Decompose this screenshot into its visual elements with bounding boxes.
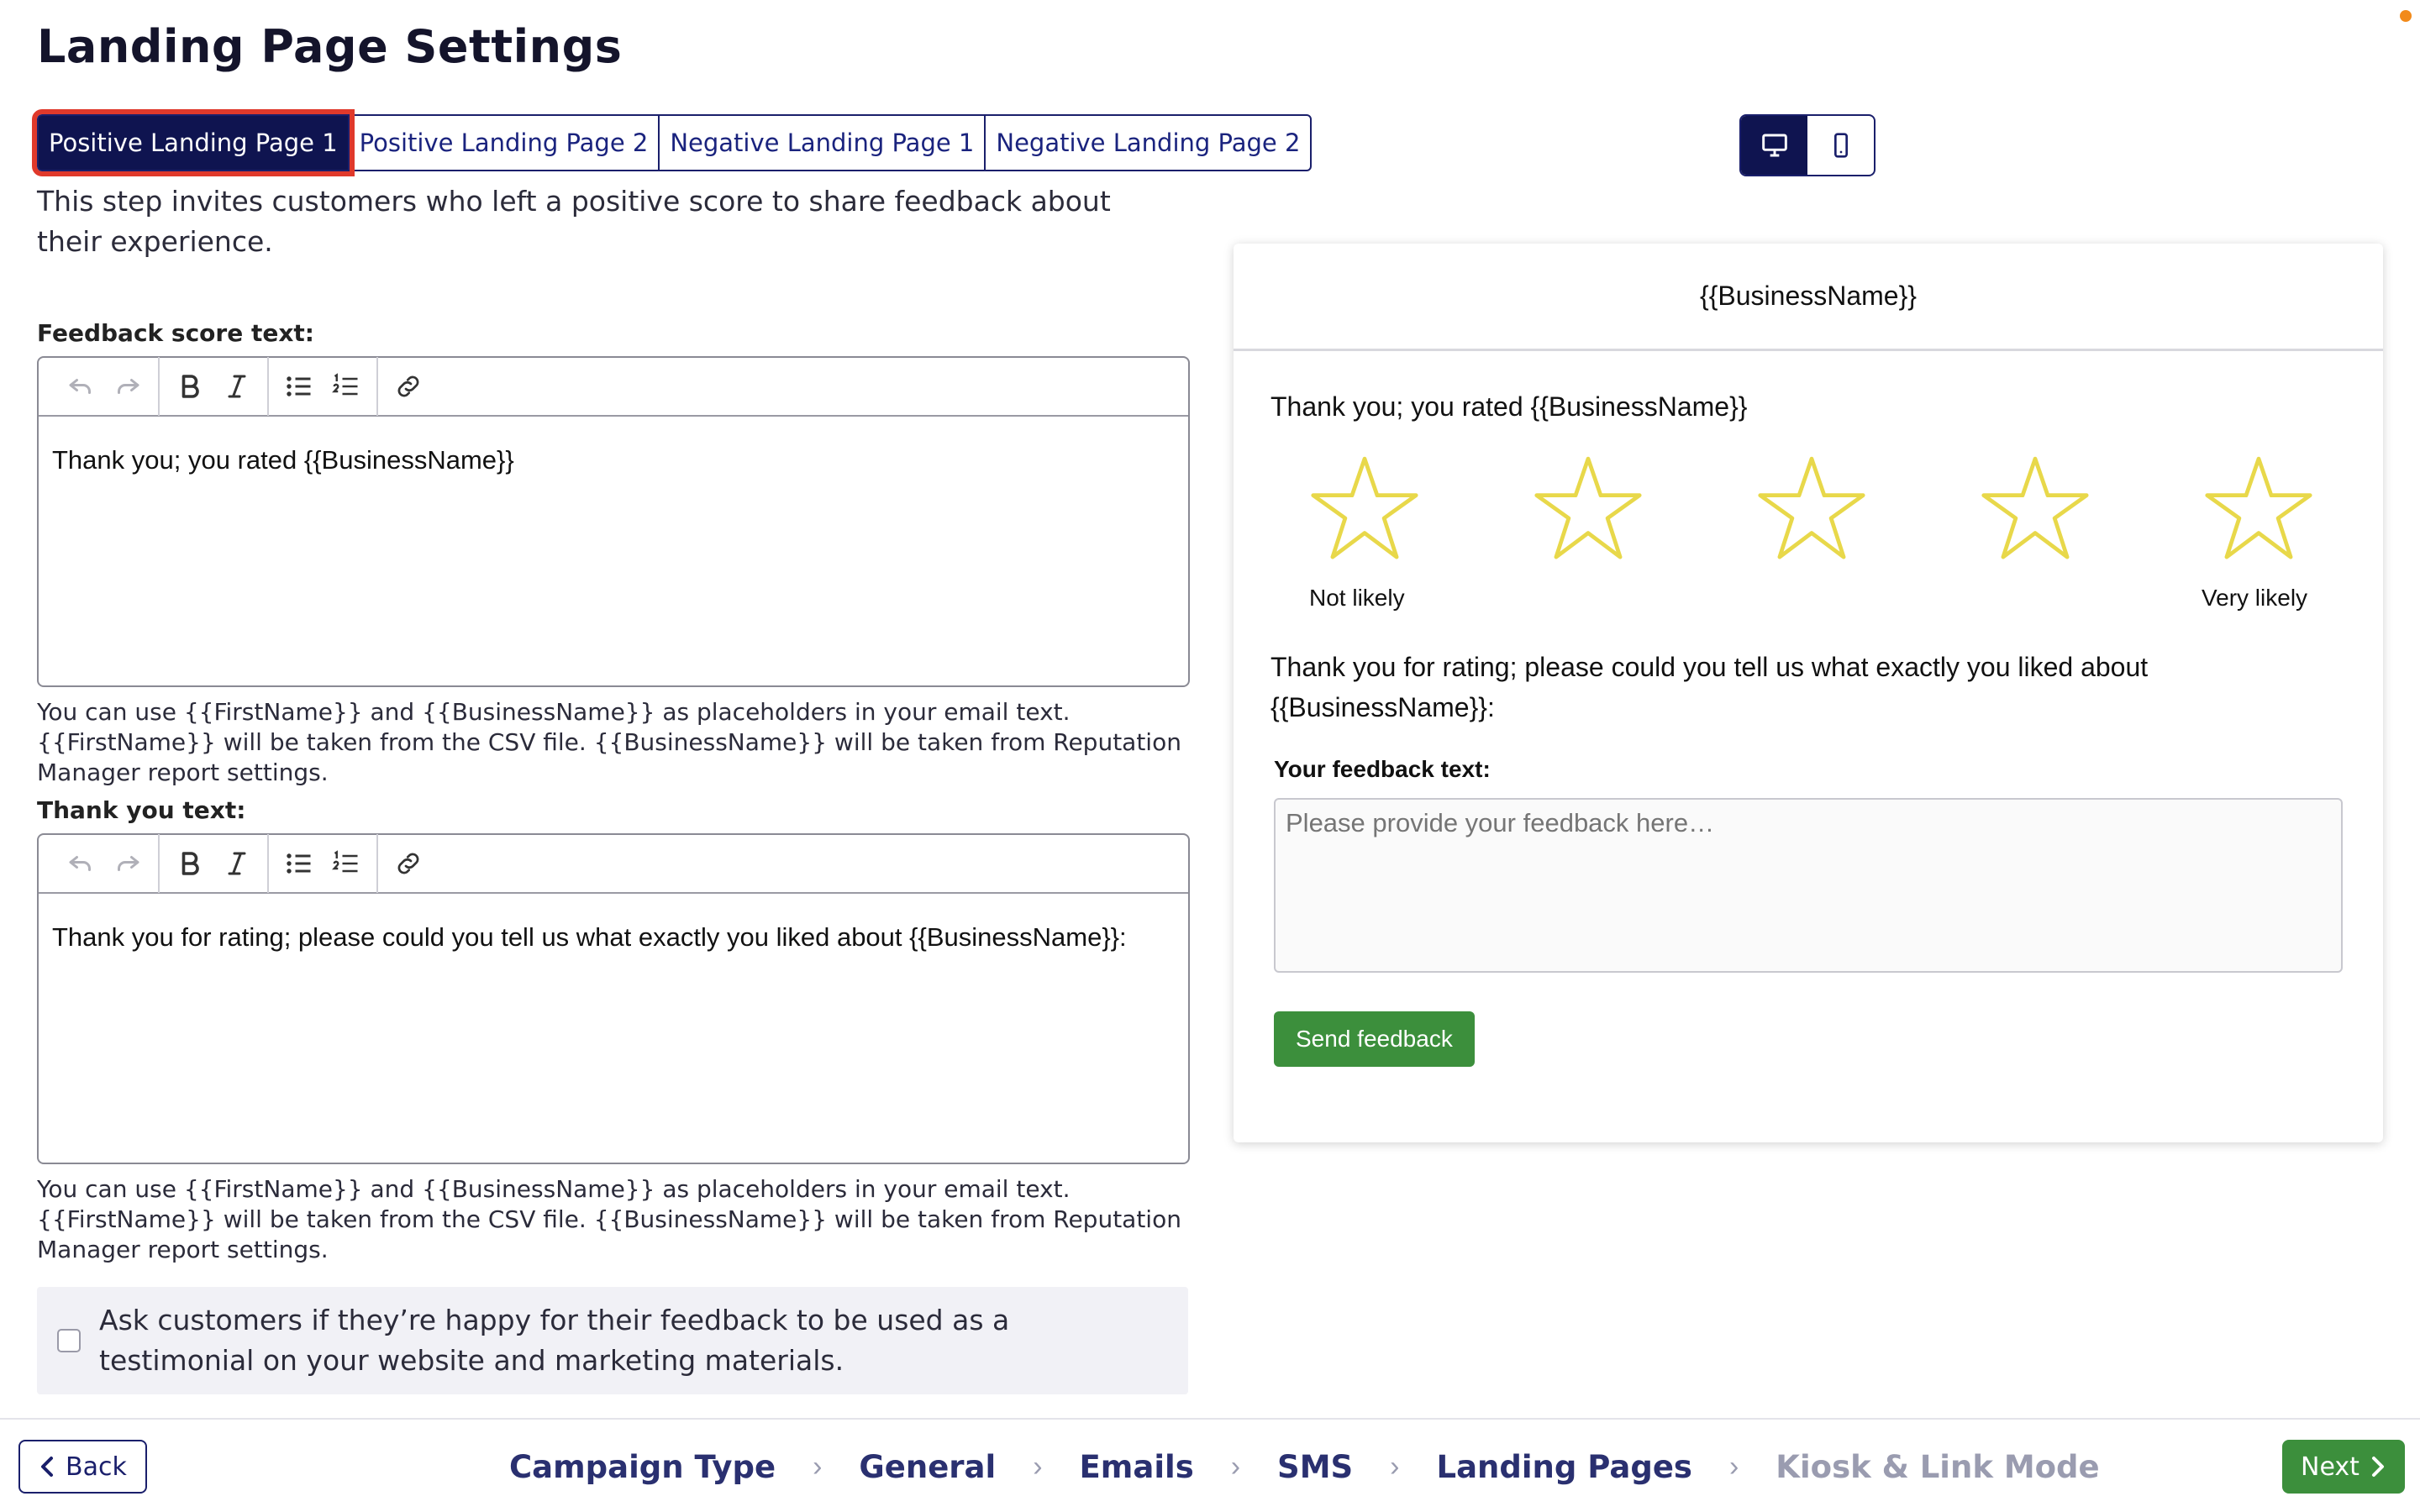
link-icon[interactable] [385, 840, 432, 887]
notification-dot [2400, 10, 2412, 22]
mobile-view-button[interactable] [1807, 116, 1874, 175]
preview-feedback-label: Your feedback text: [1274, 756, 1491, 782]
intro-text: This step invites customers who left a p… [37, 185, 1111, 258]
chevron-right-icon: › [813, 1450, 823, 1483]
testimonial-label: Ask customers if they’re happy for their… [99, 1304, 1010, 1377]
testimonial-option: Ask customers if they’re happy for their… [37, 1287, 1188, 1394]
chevron-left-icon [41, 1457, 53, 1477]
thank-you-editor-content[interactable]: Thank you for rating; please could you t… [39, 894, 1188, 981]
chevron-right-icon [2371, 1457, 2384, 1477]
feedback-score-editor: Thank you; you rated {{BusinessName}} [37, 356, 1190, 687]
star-1-icon[interactable] [1307, 452, 1422, 566]
link-icon[interactable] [385, 363, 432, 410]
italic-icon[interactable] [213, 363, 260, 410]
bold-icon[interactable] [166, 363, 213, 410]
rating-high-label: Very likely [2202, 585, 2308, 611]
numbered-list-icon[interactable] [323, 840, 370, 887]
star-4-icon[interactable] [1978, 452, 2092, 566]
preview-thanks-text: Thank you for rating; please could you t… [1270, 652, 2149, 722]
chevron-right-icon: › [1390, 1450, 1400, 1483]
star-3-icon[interactable] [1754, 452, 1869, 566]
feedback-score-label: Feedback score text: [37, 319, 314, 347]
next-button-label: Next [2301, 1452, 2360, 1482]
numbered-list-icon[interactable] [323, 363, 370, 410]
italic-icon[interactable] [213, 840, 260, 887]
preview-feedback-input[interactable] [1274, 798, 2343, 973]
redo-icon[interactable] [104, 363, 151, 410]
next-button[interactable]: Next [2282, 1440, 2405, 1494]
desktop-view-button[interactable] [1741, 116, 1807, 175]
step-general[interactable]: General [859, 1449, 996, 1485]
editor-toolbar [39, 834, 1188, 894]
back-button-label: Back [66, 1452, 127, 1482]
step-campaign-type[interactable]: Campaign Type [509, 1449, 776, 1485]
bold-icon[interactable] [166, 840, 213, 887]
chevron-right-icon: › [1033, 1450, 1043, 1483]
bullet-list-icon[interactable] [276, 363, 323, 410]
editor-toolbar [39, 357, 1188, 417]
chevron-right-icon: › [1728, 1450, 1739, 1483]
device-toggle [1739, 114, 1876, 176]
tab-positive-landing-page-1[interactable]: Positive Landing Page 1 [32, 109, 355, 176]
star-5-icon[interactable] [2202, 452, 2316, 566]
thank-you-hint: You can use {{FirstName}} and {{Business… [37, 1175, 1181, 1263]
mobile-icon [1833, 133, 1848, 158]
feedback-score-editor-content[interactable]: Thank you; you rated {{BusinessName}} [39, 417, 1188, 504]
redo-icon[interactable] [104, 840, 151, 887]
landing-page-preview: {{BusinessName}} Thank you; you rated {{… [1234, 244, 2383, 1142]
chevron-right-icon: › [1230, 1450, 1241, 1483]
desktop-icon [1761, 134, 1787, 157]
bullet-list-icon[interactable] [276, 840, 323, 887]
back-button[interactable]: Back [18, 1440, 147, 1494]
step-landing-pages[interactable]: Landing Pages [1437, 1449, 1692, 1485]
wizard-steps: Campaign Type › General › Emails › SMS ›… [509, 1440, 2100, 1494]
page-title: Landing Page Settings [37, 20, 623, 73]
step-kiosk-link-mode[interactable]: Kiosk & Link Mode [1776, 1449, 2099, 1485]
star-2-icon[interactable] [1531, 452, 1645, 566]
step-emails[interactable]: Emails [1080, 1449, 1194, 1485]
thank-you-editor: Thank you for rating; please could you t… [37, 833, 1190, 1164]
rating-low-label: Not likely [1309, 585, 1405, 611]
send-feedback-button[interactable]: Send feedback [1274, 1011, 1475, 1067]
tab-negative-landing-page-2[interactable]: Negative Landing Page 2 [984, 114, 1313, 171]
testimonial-checkbox[interactable] [57, 1329, 81, 1352]
wizard-footer: Back Campaign Type › General › Emails › … [0, 1418, 2420, 1512]
thank-you-label: Thank you text: [37, 796, 246, 824]
tab-positive-landing-page-2[interactable]: Positive Landing Page 2 [347, 114, 660, 171]
tab-negative-landing-page-1[interactable]: Negative Landing Page 1 [658, 114, 986, 171]
undo-icon[interactable] [57, 840, 104, 887]
feedback-score-hint: You can use {{FirstName}} and {{Business… [37, 698, 1181, 786]
rating-stars [1307, 452, 2333, 570]
step-sms[interactable]: SMS [1277, 1449, 1353, 1485]
undo-icon[interactable] [57, 363, 104, 410]
landing-page-tabs: Positive Landing Page 1 Positive Landing… [32, 109, 1313, 176]
preview-score-text: Thank you; you rated {{BusinessName}} [1270, 391, 1748, 422]
preview-business-name: {{BusinessName}} [1234, 244, 2383, 351]
